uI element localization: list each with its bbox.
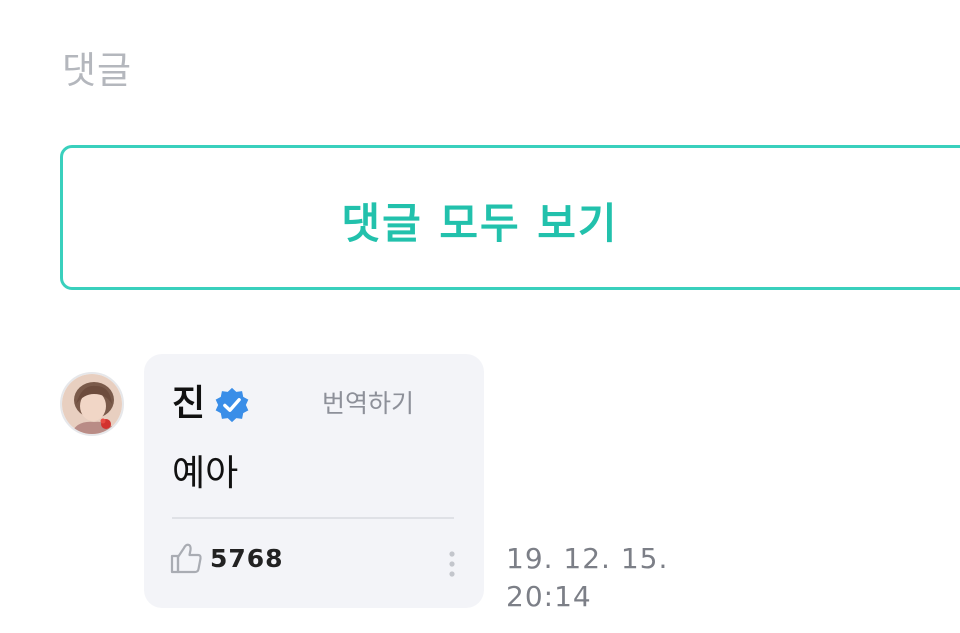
divider	[172, 517, 454, 519]
comments-page: 댓글 댓글 모두 보기 진 번역하기 예아 5768 19. 12. 15. 2…	[0, 0, 960, 633]
thumbs-up-icon[interactable]	[168, 540, 204, 576]
view-all-comments-label: 댓글 모두 보기	[341, 199, 619, 248]
more-vertical-icon[interactable]	[444, 548, 460, 584]
comment-time: 20:14	[506, 580, 592, 613]
like-count: 5768	[210, 544, 284, 573]
section-title: 댓글	[62, 49, 133, 92]
comment-bubble: 진 번역하기 예아 5768	[144, 354, 484, 608]
comment-text: 예아	[172, 453, 239, 494]
comment-date: 19. 12. 15.	[506, 542, 669, 575]
avatar[interactable]	[60, 372, 124, 436]
comment-timestamp: 19. 12. 15. 20:14	[506, 540, 706, 616]
avatar-image	[62, 374, 122, 434]
translate-button[interactable]: 번역하기	[322, 384, 414, 420]
verified-badge-icon	[215, 387, 249, 423]
comment-author[interactable]: 진	[172, 382, 205, 426]
